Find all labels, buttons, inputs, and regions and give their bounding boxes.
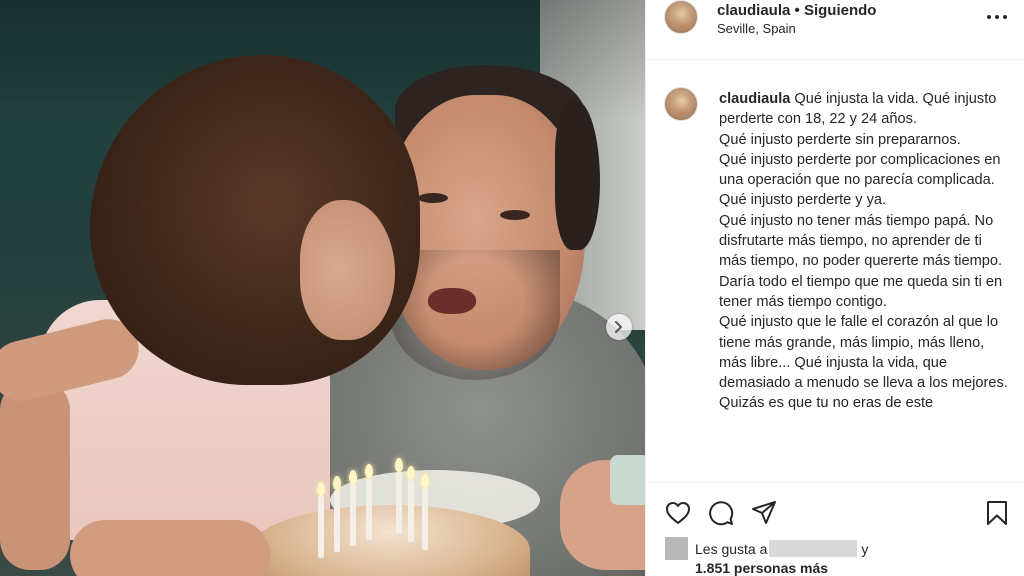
photo-candle <box>318 496 324 558</box>
photo-candle-flame <box>395 458 403 472</box>
photo-candle-flame <box>333 476 341 490</box>
photo-candle-flame <box>407 466 415 480</box>
header-user-line: claudiaula • Siguiendo <box>717 2 876 19</box>
caption-line: Qué injusto perderte por complicaciones … <box>719 151 1001 209</box>
photo-child-sleeve <box>610 455 645 505</box>
photo-girl-face <box>300 200 395 340</box>
caption-line: Quizás es que tu no eras de este <box>719 395 934 412</box>
photo-hands <box>70 520 270 576</box>
save-button[interactable] <box>983 499 1011 527</box>
location-link[interactable]: Seville, Spain <box>717 21 796 36</box>
post-photo[interactable] <box>0 0 645 576</box>
caption-line: Qué injusto que le falle el corazón al q… <box>719 314 1008 392</box>
heart-icon <box>666 502 690 524</box>
photo-candle <box>396 472 402 534</box>
carousel-next-button[interactable] <box>606 314 632 340</box>
photo-girl-arm <box>0 380 70 570</box>
photo-candle-flame <box>349 470 357 484</box>
chevron-right-icon <box>615 321 622 333</box>
likes-prefix: Les gusta a <box>695 541 768 557</box>
photo-man-eye <box>418 193 448 203</box>
likes-line: Les gusta a y <box>695 540 868 557</box>
liker-avatar[interactable] <box>665 537 688 560</box>
post-actions: Les gusta a y 1.851 personas más <box>646 482 1024 576</box>
caption-line: Qué injusto perderte sin prepararnos. <box>719 131 961 148</box>
photo-candle <box>408 480 414 542</box>
photo-candle <box>350 484 356 546</box>
comment-icon <box>709 501 734 526</box>
photo-candle <box>366 478 372 540</box>
likes-suffix: y <box>861 541 869 557</box>
separator-dot: • <box>794 2 800 19</box>
caption-section: claudiaula Qué injusta la vida. Qué injus… <box>646 61 1024 481</box>
avatar[interactable] <box>664 0 698 34</box>
comment-button[interactable] <box>707 499 735 527</box>
post-side-panel: claudiaula • Siguiendo Seville, Spain cl… <box>645 0 1024 576</box>
more-icon[interactable] <box>987 10 1007 24</box>
share-icon <box>752 501 776 524</box>
photo-man-eye <box>500 210 530 220</box>
username-link[interactable]: claudiaula <box>717 2 790 19</box>
caption-username-link[interactable]: claudiaula <box>719 91 790 107</box>
caption-paragraph: claudiaula Qué injusta la vida. Qué injus… <box>719 89 1009 130</box>
follow-status-button[interactable]: Siguiendo <box>804 2 877 19</box>
post-header: claudiaula • Siguiendo Seville, Spain <box>646 0 1024 60</box>
photo-candle-flame <box>365 464 373 478</box>
caption-text: claudiaula Qué injusta la vida. Qué injus… <box>719 89 1009 414</box>
photo-candle <box>422 488 428 550</box>
photo-candle-flame <box>317 482 325 496</box>
avatar[interactable] <box>664 87 698 121</box>
share-button[interactable] <box>750 499 778 527</box>
caption-line: Qué injusto no tener más tiempo papá. No… <box>719 212 1003 310</box>
like-button[interactable] <box>664 499 692 527</box>
photo-man-mouth <box>428 288 476 314</box>
likes-count-link[interactable]: 1.851 personas más <box>695 560 828 576</box>
photo-candle <box>334 490 340 552</box>
photo-candle-flame <box>421 474 429 488</box>
bookmark-icon <box>987 501 1007 525</box>
blurred-liker-name[interactable] <box>769 540 858 557</box>
